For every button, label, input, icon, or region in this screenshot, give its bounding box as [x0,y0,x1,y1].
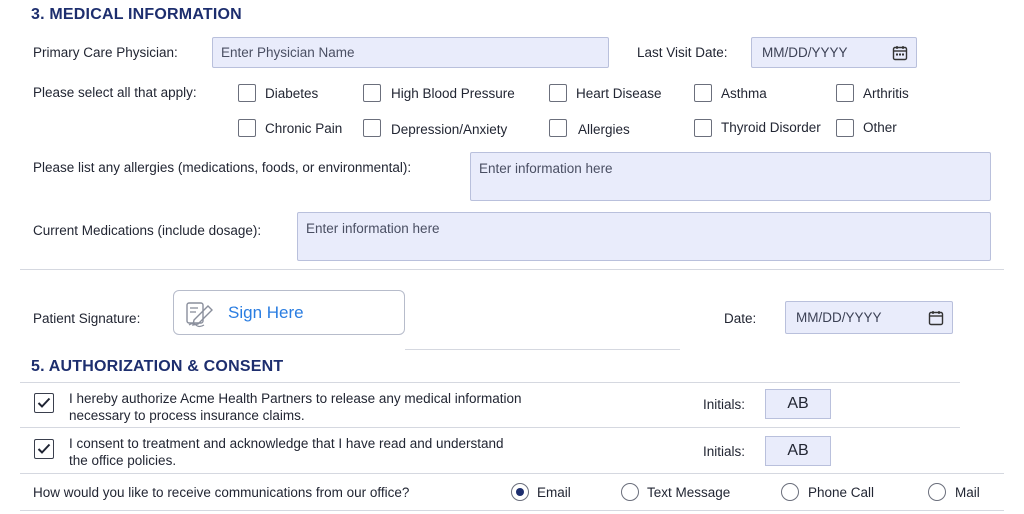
checkbox-label: Other [863,120,897,135]
divider [20,427,960,428]
authorize-release-checkbox[interactable] [34,393,54,413]
radio-label: Mail [955,485,980,500]
consent-line: necessary to process insurance claims. [69,408,305,423]
checkbox-label: Heart Disease [576,86,662,101]
allergies-placeholder: Enter information here [479,161,613,176]
last-visit-placeholder: MM/DD/YYYY [762,45,848,60]
divider [20,269,1004,270]
radio-mail[interactable] [928,483,946,501]
signature-date-label: Date: [724,311,757,326]
allergies-label: Please list any allergies (medications, … [33,160,412,175]
signature-date-placeholder: MM/DD/YYYY [796,310,882,325]
initials-input-1[interactable]: AB [765,389,831,419]
last-visit-date-input[interactable]: MM/DD/YYYY [751,37,917,68]
divider [405,349,680,350]
checkbox-label: Allergies [578,122,630,137]
checkbox-other[interactable] [836,119,854,137]
communication-question: How would you like to receive communicat… [33,485,410,500]
checkbox-heart-disease[interactable] [549,84,567,102]
consent-treatment-text: I consent to treatment and acknowledge t… [69,435,504,469]
checkmark-icon [37,443,51,454]
checkbox-label: High Blood Pressure [391,86,515,101]
checkbox-chronic-pain[interactable] [238,119,256,137]
select-all-label: Please select all that apply: [33,85,197,100]
checkbox-depression-anxiety[interactable] [363,119,381,137]
last-visit-label: Last Visit Date: [637,45,728,60]
physician-input[interactable]: Enter Physician Name [212,37,609,68]
section-title-authorization: 5. AUTHORIZATION & CONSENT [31,358,284,375]
checkbox-label: Asthma [721,86,767,101]
initials-label: Initials: [703,397,746,412]
signature-pen-icon [186,301,213,327]
consent-line: the office policies. [69,453,177,468]
checkbox-label: Diabetes [265,86,319,101]
checkbox-label: Thyroid Disorder [721,120,821,135]
divider [20,473,1004,474]
section-title-medical: 3. MEDICAL INFORMATION [31,6,242,23]
checkbox-allergies[interactable] [549,119,567,137]
radio-selected-dot [516,488,524,496]
medications-placeholder: Enter information here [306,221,440,236]
checkbox-high-blood-pressure[interactable] [363,84,381,102]
physician-label: Primary Care Physician: [33,45,178,60]
sign-here-text: Sign Here [228,302,304,322]
radio-phone-call[interactable] [781,483,799,501]
checkbox-diabetes[interactable] [238,84,256,102]
checkbox-thyroid-disorder[interactable] [694,119,712,137]
signature-label: Patient Signature: [33,311,141,326]
allergies-textarea[interactable]: Enter information here [470,152,991,201]
calendar-icon[interactable] [928,310,944,326]
checkbox-arthritis[interactable] [836,84,854,102]
medications-label: Current Medications (include dosage): [33,223,262,238]
checkbox-label: Depression/Anxiety [391,122,508,137]
checkbox-asthma[interactable] [694,84,712,102]
checkmark-icon [37,397,51,408]
physician-placeholder: Enter Physician Name [221,45,355,60]
medications-textarea[interactable]: Enter information here [297,212,991,261]
consent-line: I hereby authorize Acme Health Partners … [69,391,522,406]
consent-treatment-checkbox[interactable] [34,439,54,459]
radio-email[interactable] [511,483,529,501]
radio-text-message[interactable] [621,483,639,501]
consent-line: I consent to treatment and acknowledge t… [69,436,504,451]
initials-input-2[interactable]: AB [765,436,831,466]
initials-label: Initials: [703,444,746,459]
radio-label: Text Message [647,485,731,500]
signature-date-input[interactable]: MM/DD/YYYY [785,301,953,334]
radio-label: Phone Call [808,485,875,500]
checkbox-label: Arthritis [863,86,909,101]
calendar-icon[interactable] [892,45,908,61]
checkbox-label: Chronic Pain [265,121,343,136]
sign-here-button[interactable]: Sign Here [173,290,405,335]
authorize-release-text: I hereby authorize Acme Health Partners … [69,390,521,424]
radio-label: Email [537,485,571,500]
divider [20,382,960,383]
divider [20,510,1004,511]
